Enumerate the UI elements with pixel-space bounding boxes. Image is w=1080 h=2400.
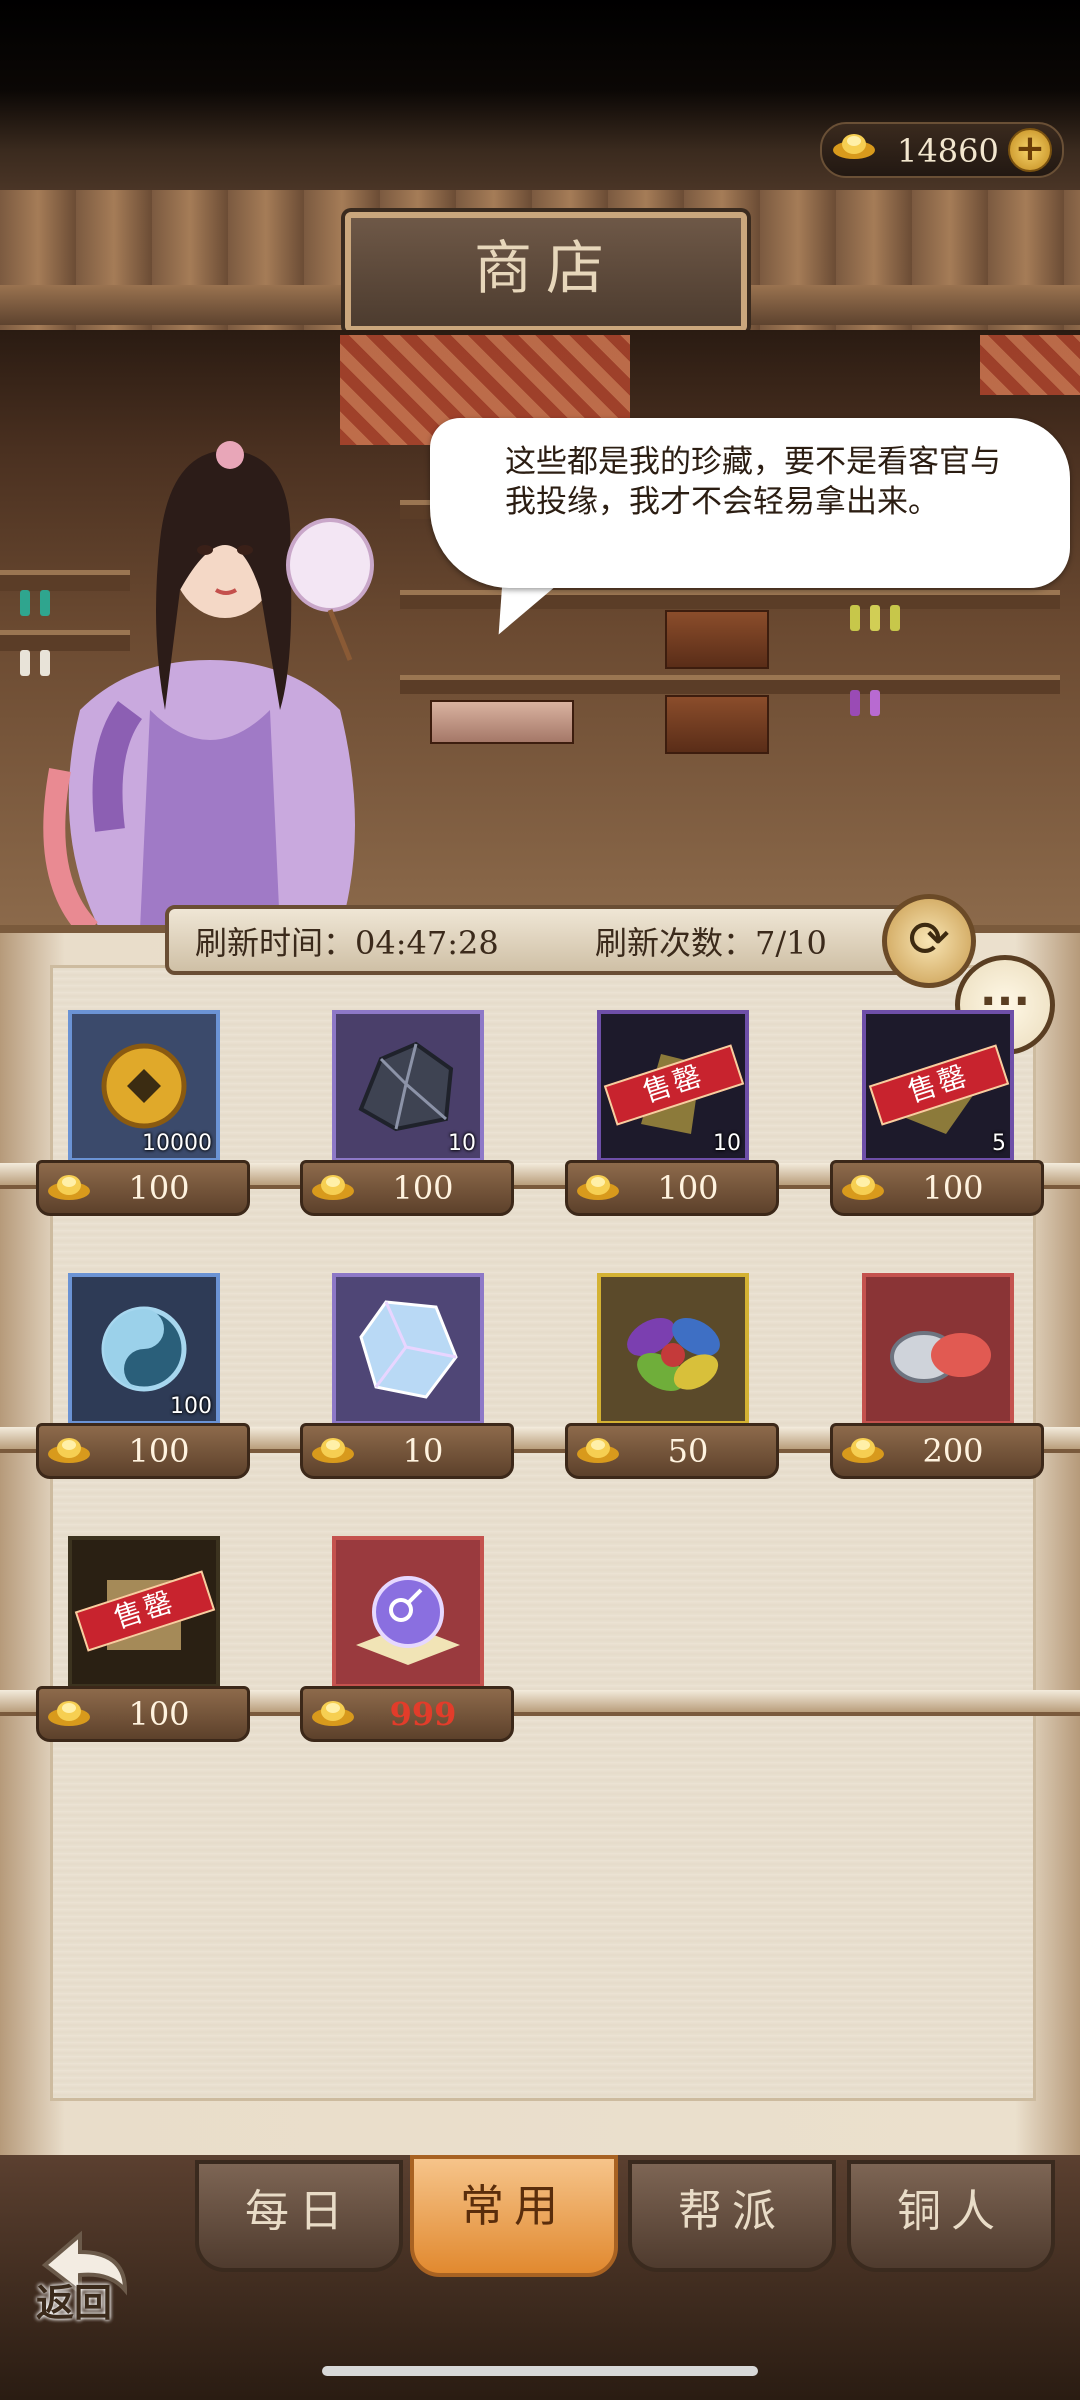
price-bar[interactable]: 999 bbox=[300, 1686, 514, 1742]
gold-ingot-icon bbox=[312, 1438, 354, 1463]
item-tile[interactable]: 售罄 bbox=[68, 1536, 220, 1688]
gold-ingot-icon bbox=[312, 1175, 354, 1200]
price-bar[interactable]: 100 bbox=[565, 1160, 779, 1216]
item-tile[interactable] bbox=[332, 1273, 484, 1425]
shop-signboard: 商店 bbox=[345, 212, 747, 332]
jar bbox=[890, 605, 900, 631]
tab-bronze-man[interactable]: 铜人 bbox=[847, 2160, 1055, 2272]
item-tile[interactable] bbox=[597, 1273, 749, 1425]
item-price: 100 bbox=[128, 1432, 190, 1470]
gold-ingot-icon bbox=[577, 1175, 619, 1200]
shop-item-sold-out-item-1[interactable]: 售罄 10 100 bbox=[565, 1010, 815, 1220]
refresh-count: 刷新次数：7/10 bbox=[595, 924, 827, 962]
tab-guild[interactable]: 帮派 bbox=[628, 2160, 836, 2272]
wooden-chest bbox=[665, 695, 769, 754]
item-price: 50 bbox=[667, 1432, 709, 1470]
refresh-icon: ⟳ bbox=[908, 910, 950, 968]
item-price: 100 bbox=[392, 1169, 454, 1207]
shop-item-sold-out-scroll[interactable]: 售罄 100 bbox=[36, 1536, 286, 1746]
refresh-button[interactable]: ⟳ bbox=[882, 894, 976, 988]
add-currency-button[interactable]: + bbox=[1008, 128, 1052, 172]
npc-speech-text: 这些都是我的珍藏，要不是看客官与我投缘，我才不会轻易拿出来。 bbox=[505, 444, 1001, 520]
item-count: 100 bbox=[170, 1394, 212, 1419]
price-bar[interactable]: 100 bbox=[36, 1423, 250, 1479]
shop-item-iron-ore[interactable]: 10 100 bbox=[300, 1010, 550, 1220]
shopkeeper-character bbox=[43, 441, 374, 930]
gold-ingot-icon bbox=[312, 1701, 354, 1726]
currency-amount: 14860 bbox=[897, 132, 999, 170]
item-tile[interactable]: 10000 bbox=[68, 1010, 220, 1162]
jar bbox=[850, 605, 860, 631]
tab-daily[interactable]: 每日 bbox=[195, 2160, 403, 2272]
page-title: 商店 bbox=[473, 234, 618, 302]
item-count: 5 bbox=[992, 1131, 1006, 1156]
gender-orb-icon bbox=[356, 1576, 460, 1665]
item-price: 100 bbox=[922, 1169, 984, 1207]
price-bar[interactable]: 200 bbox=[830, 1423, 1044, 1479]
cloth-bundle bbox=[430, 700, 574, 744]
shop-item-gender-orb[interactable]: 999 bbox=[300, 1536, 550, 1746]
item-tile[interactable] bbox=[332, 1536, 484, 1688]
jar bbox=[20, 650, 30, 676]
item-price: 100 bbox=[128, 1169, 190, 1207]
jar bbox=[870, 605, 880, 631]
back-button-label[interactable]: 返回 bbox=[36, 2272, 112, 2327]
gold-ingot-icon bbox=[48, 1701, 90, 1726]
shop-item-rouge-box[interactable]: 200 bbox=[830, 1273, 1080, 1483]
tab-common[interactable]: 常用 bbox=[410, 2155, 618, 2277]
jar bbox=[850, 690, 860, 716]
item-price: 200 bbox=[922, 1432, 984, 1470]
gold-ingot-icon bbox=[577, 1438, 619, 1463]
gold-ingot-icon bbox=[842, 1438, 884, 1463]
home-indicator bbox=[322, 2366, 758, 2376]
jar bbox=[20, 590, 30, 616]
item-price: 100 bbox=[657, 1169, 719, 1207]
shop-item-taiji-orb[interactable]: 100 100 bbox=[36, 1273, 286, 1483]
wooden-chest bbox=[665, 610, 769, 669]
shelf bbox=[400, 675, 1060, 694]
flower-icon bbox=[627, 1318, 720, 1391]
item-count: 10 bbox=[448, 1131, 476, 1156]
item-price: 999 bbox=[389, 1695, 457, 1733]
item-tile[interactable] bbox=[862, 1273, 1014, 1425]
gold-ingot-icon bbox=[833, 134, 875, 159]
price-bar[interactable]: 10 bbox=[300, 1423, 514, 1479]
item-count: 10 bbox=[713, 1131, 741, 1156]
item-tile[interactable]: 100 bbox=[68, 1273, 220, 1425]
shop-item-copper-coin[interactable]: 10000 100 bbox=[36, 1010, 286, 1220]
jar bbox=[870, 690, 880, 716]
refresh-timer: 刷新时间：04:47:28 bbox=[195, 924, 499, 962]
item-price: 10 bbox=[402, 1432, 444, 1470]
shop-item-sold-out-item-2[interactable]: 售罄 5 100 bbox=[830, 1010, 1080, 1220]
gold-ingot-icon bbox=[48, 1438, 90, 1463]
price-bar[interactable]: 100 bbox=[36, 1160, 250, 1216]
curtain-decoration bbox=[980, 335, 1080, 395]
currency-display: 14860 + bbox=[820, 122, 1064, 178]
price-bar[interactable]: 100 bbox=[36, 1686, 250, 1742]
item-tile[interactable]: 售罄 5 bbox=[862, 1010, 1014, 1162]
price-bar[interactable]: 100 bbox=[830, 1160, 1044, 1216]
price-bar[interactable]: 100 bbox=[300, 1160, 514, 1216]
item-tile[interactable]: 10 bbox=[332, 1010, 484, 1162]
gold-ingot-icon bbox=[48, 1175, 90, 1200]
shop-item-flower[interactable]: 50 bbox=[565, 1273, 815, 1483]
shop-item-crystal-gem[interactable]: 10 bbox=[300, 1273, 550, 1483]
rouge-box-icon bbox=[890, 1331, 991, 1383]
item-count: 10000 bbox=[142, 1131, 212, 1156]
crystal-gem-icon bbox=[359, 1300, 458, 1399]
gold-ingot-icon bbox=[842, 1175, 884, 1200]
price-bar[interactable]: 50 bbox=[565, 1423, 779, 1479]
item-price: 100 bbox=[128, 1695, 190, 1733]
item-tile[interactable]: 售罄 10 bbox=[597, 1010, 749, 1162]
